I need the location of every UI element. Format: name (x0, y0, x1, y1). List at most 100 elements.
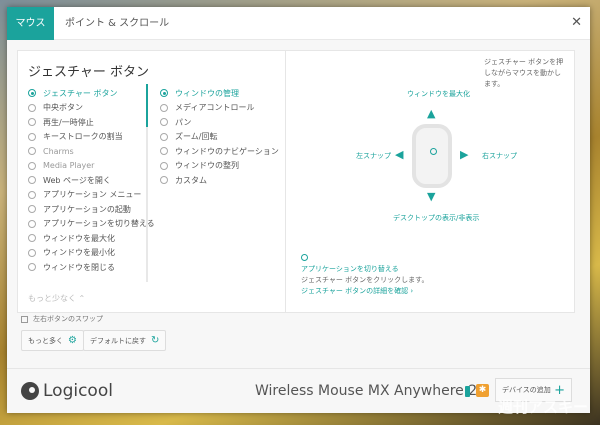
more-label: もっと多く (28, 336, 63, 345)
option-label: ウィンドウのナビゲーション (175, 146, 279, 156)
radio-option[interactable]: パン (160, 115, 279, 130)
radio-option[interactable]: ウィンドウを最大化 (28, 231, 155, 246)
app-window: マウス ポイント & スクロール ✕ ジェスチャー ボタン ジェスチャー ボタン… (7, 7, 590, 413)
details-link[interactable]: ジェスチャー ボタンの詳細を確認 › (301, 286, 428, 297)
option-label: アプリケーションを切り替える (43, 219, 155, 229)
radio-icon[interactable] (28, 248, 36, 257)
brand-name: Logicool (43, 381, 113, 401)
click-action-title: アプリケーションを切り替える (301, 265, 399, 273)
add-device-label: デバイスの追加 (502, 386, 551, 394)
option-label: Web ページを開く (43, 175, 111, 185)
battery-icon (465, 386, 470, 397)
radio-option[interactable]: ジェスチャー ボタン (28, 86, 155, 101)
gesture-left-label: 左スナップ (356, 152, 391, 160)
tab-bar: マウス ポイント & スクロール ✕ (7, 7, 590, 40)
option-label: ズーム/回転 (175, 132, 218, 142)
settings-panel: ジェスチャー ボタン ジェスチャー ボタン中央ボタン再生/一時停止キーストローク… (17, 50, 575, 313)
checkbox-label: 左右ボタンのスワップ (33, 315, 103, 323)
unifying-icon: ✱ (476, 384, 489, 397)
radio-icon[interactable] (28, 132, 36, 141)
radio-icon[interactable] (160, 118, 168, 127)
radio-option[interactable]: ウィンドウを閉じる (28, 260, 155, 275)
click-action: アプリケーションを切り替える ジェスチャー ボタンをクリックします。 ジェスチャ… (301, 254, 428, 297)
radio-icon[interactable] (28, 190, 36, 199)
click-action-desc: ジェスチャー ボタンをクリックします。 (301, 276, 429, 284)
hint-text: ジェスチャー ボタンを押しながらマウスを動かします。 (484, 58, 564, 88)
more-button[interactable]: もっと多く ⚙ (21, 330, 84, 351)
radio-option[interactable]: ウィンドウを最小化 (28, 246, 155, 261)
radio-icon[interactable] (28, 103, 36, 112)
radio-icon[interactable] (160, 89, 168, 98)
option-label: 再生/一時停止 (43, 117, 94, 127)
radio-icon[interactable] (28, 118, 36, 127)
action-list: ウィンドウの管理メディアコントロール パンズーム/回転ウィンドウのナビゲーションウ… (160, 86, 279, 188)
option-label: アプリケーション メニュー (43, 190, 142, 200)
option-label: アプリケーションの起動 (43, 204, 131, 214)
scrollbar-thumb[interactable] (146, 84, 148, 127)
close-icon[interactable]: ✕ (571, 15, 582, 30)
radio-icon[interactable] (28, 234, 36, 243)
logicool-logo: Logicool (21, 381, 113, 401)
option-label: 中央ボタン (43, 103, 83, 113)
mouse-image (412, 124, 452, 188)
watermark: 週刊アスキー (497, 398, 588, 416)
tab-mouse[interactable]: マウス (7, 7, 54, 40)
swap-buttons-checkbox[interactable]: 左右ボタンのスワップ (21, 315, 103, 323)
gesture-button-icon (430, 148, 437, 155)
radio-icon[interactable] (28, 176, 36, 185)
device-name: Wireless Mouse MX Anywhere 2 (255, 383, 478, 399)
radio-option[interactable]: アプリケーションの起動 (28, 202, 155, 217)
radio-icon[interactable] (160, 176, 168, 185)
default-label: デフォルトに戻す (90, 336, 146, 345)
radio-icon[interactable] (28, 205, 36, 214)
radio-option[interactable]: カスタム (160, 173, 279, 188)
radio-icon[interactable] (28, 219, 36, 228)
show-less-link[interactable]: もっと少なく ⌃ (28, 293, 85, 304)
radio-icon[interactable] (160, 147, 168, 156)
gesture-down-label: デスクトップの表示/非表示 (393, 214, 480, 222)
option-label: Media Player (43, 161, 95, 171)
radio-option[interactable]: ウィンドウの管理 (160, 86, 279, 101)
radio-option[interactable]: アプリケーション メニュー (28, 188, 155, 203)
radio-icon[interactable] (160, 161, 168, 170)
option-label: Charms (43, 146, 74, 156)
radio-icon[interactable] (28, 147, 36, 156)
logo-mark-icon (21, 382, 39, 400)
tab-point-scroll[interactable]: ポイント & スクロール (65, 7, 169, 40)
radio-icon[interactable] (28, 89, 36, 98)
option-label: キーストロークの割当 (43, 132, 123, 142)
gesture-right-label: 右スナップ (482, 152, 517, 160)
radio-option[interactable]: メディアコントロール (160, 101, 279, 116)
option-label: カスタム (175, 175, 207, 185)
restore-default-button[interactable]: デフォルトに戻す ↻ (83, 330, 167, 351)
button-list: ジェスチャー ボタン中央ボタン再生/一時停止キーストロークの割当 Charms Me… (28, 86, 155, 275)
option-label: ウィンドウを最小化 (43, 248, 115, 258)
option-label: パン (175, 117, 192, 127)
radio-icon[interactable] (160, 132, 168, 141)
refresh-icon: ↻ (151, 335, 160, 346)
radio-option[interactable]: Charms (28, 144, 155, 159)
arrow-down-icon: ▼ (427, 190, 436, 203)
radio-icon[interactable] (160, 103, 168, 112)
click-icon (301, 254, 308, 261)
option-label: ウィンドウを閉じる (43, 262, 115, 272)
checkbox-box[interactable] (21, 315, 28, 323)
radio-option[interactable]: アプリケーションを切り替える (28, 217, 155, 232)
gesture-preview: ジェスチャー ボタンを押しながらマウスを動かします。 ウィンドウを最大化 ▲ 左… (286, 51, 574, 312)
arrow-up-icon: ▲ (427, 107, 436, 120)
radio-option[interactable]: ズーム/回転 (160, 130, 279, 145)
gear-icon: ⚙ (68, 335, 77, 346)
radio-option[interactable]: Media Player (28, 159, 155, 174)
option-label: ウィンドウを最大化 (43, 233, 115, 243)
arrow-left-icon: ◀ (395, 148, 404, 161)
radio-option[interactable]: ウィンドウのナビゲーション (160, 144, 279, 159)
radio-option[interactable]: 再生/一時停止 (28, 115, 155, 130)
radio-option[interactable]: 中央ボタン (28, 101, 155, 116)
radio-icon[interactable] (28, 263, 36, 272)
radio-option[interactable]: キーストロークの割当 (28, 130, 155, 145)
radio-option[interactable]: Web ページを開く (28, 173, 155, 188)
arrow-right-icon: ▶ (460, 148, 469, 161)
option-label: メディアコントロール (175, 103, 255, 113)
radio-icon[interactable] (28, 161, 36, 170)
radio-option[interactable]: ウィンドウの整列 (160, 159, 279, 174)
